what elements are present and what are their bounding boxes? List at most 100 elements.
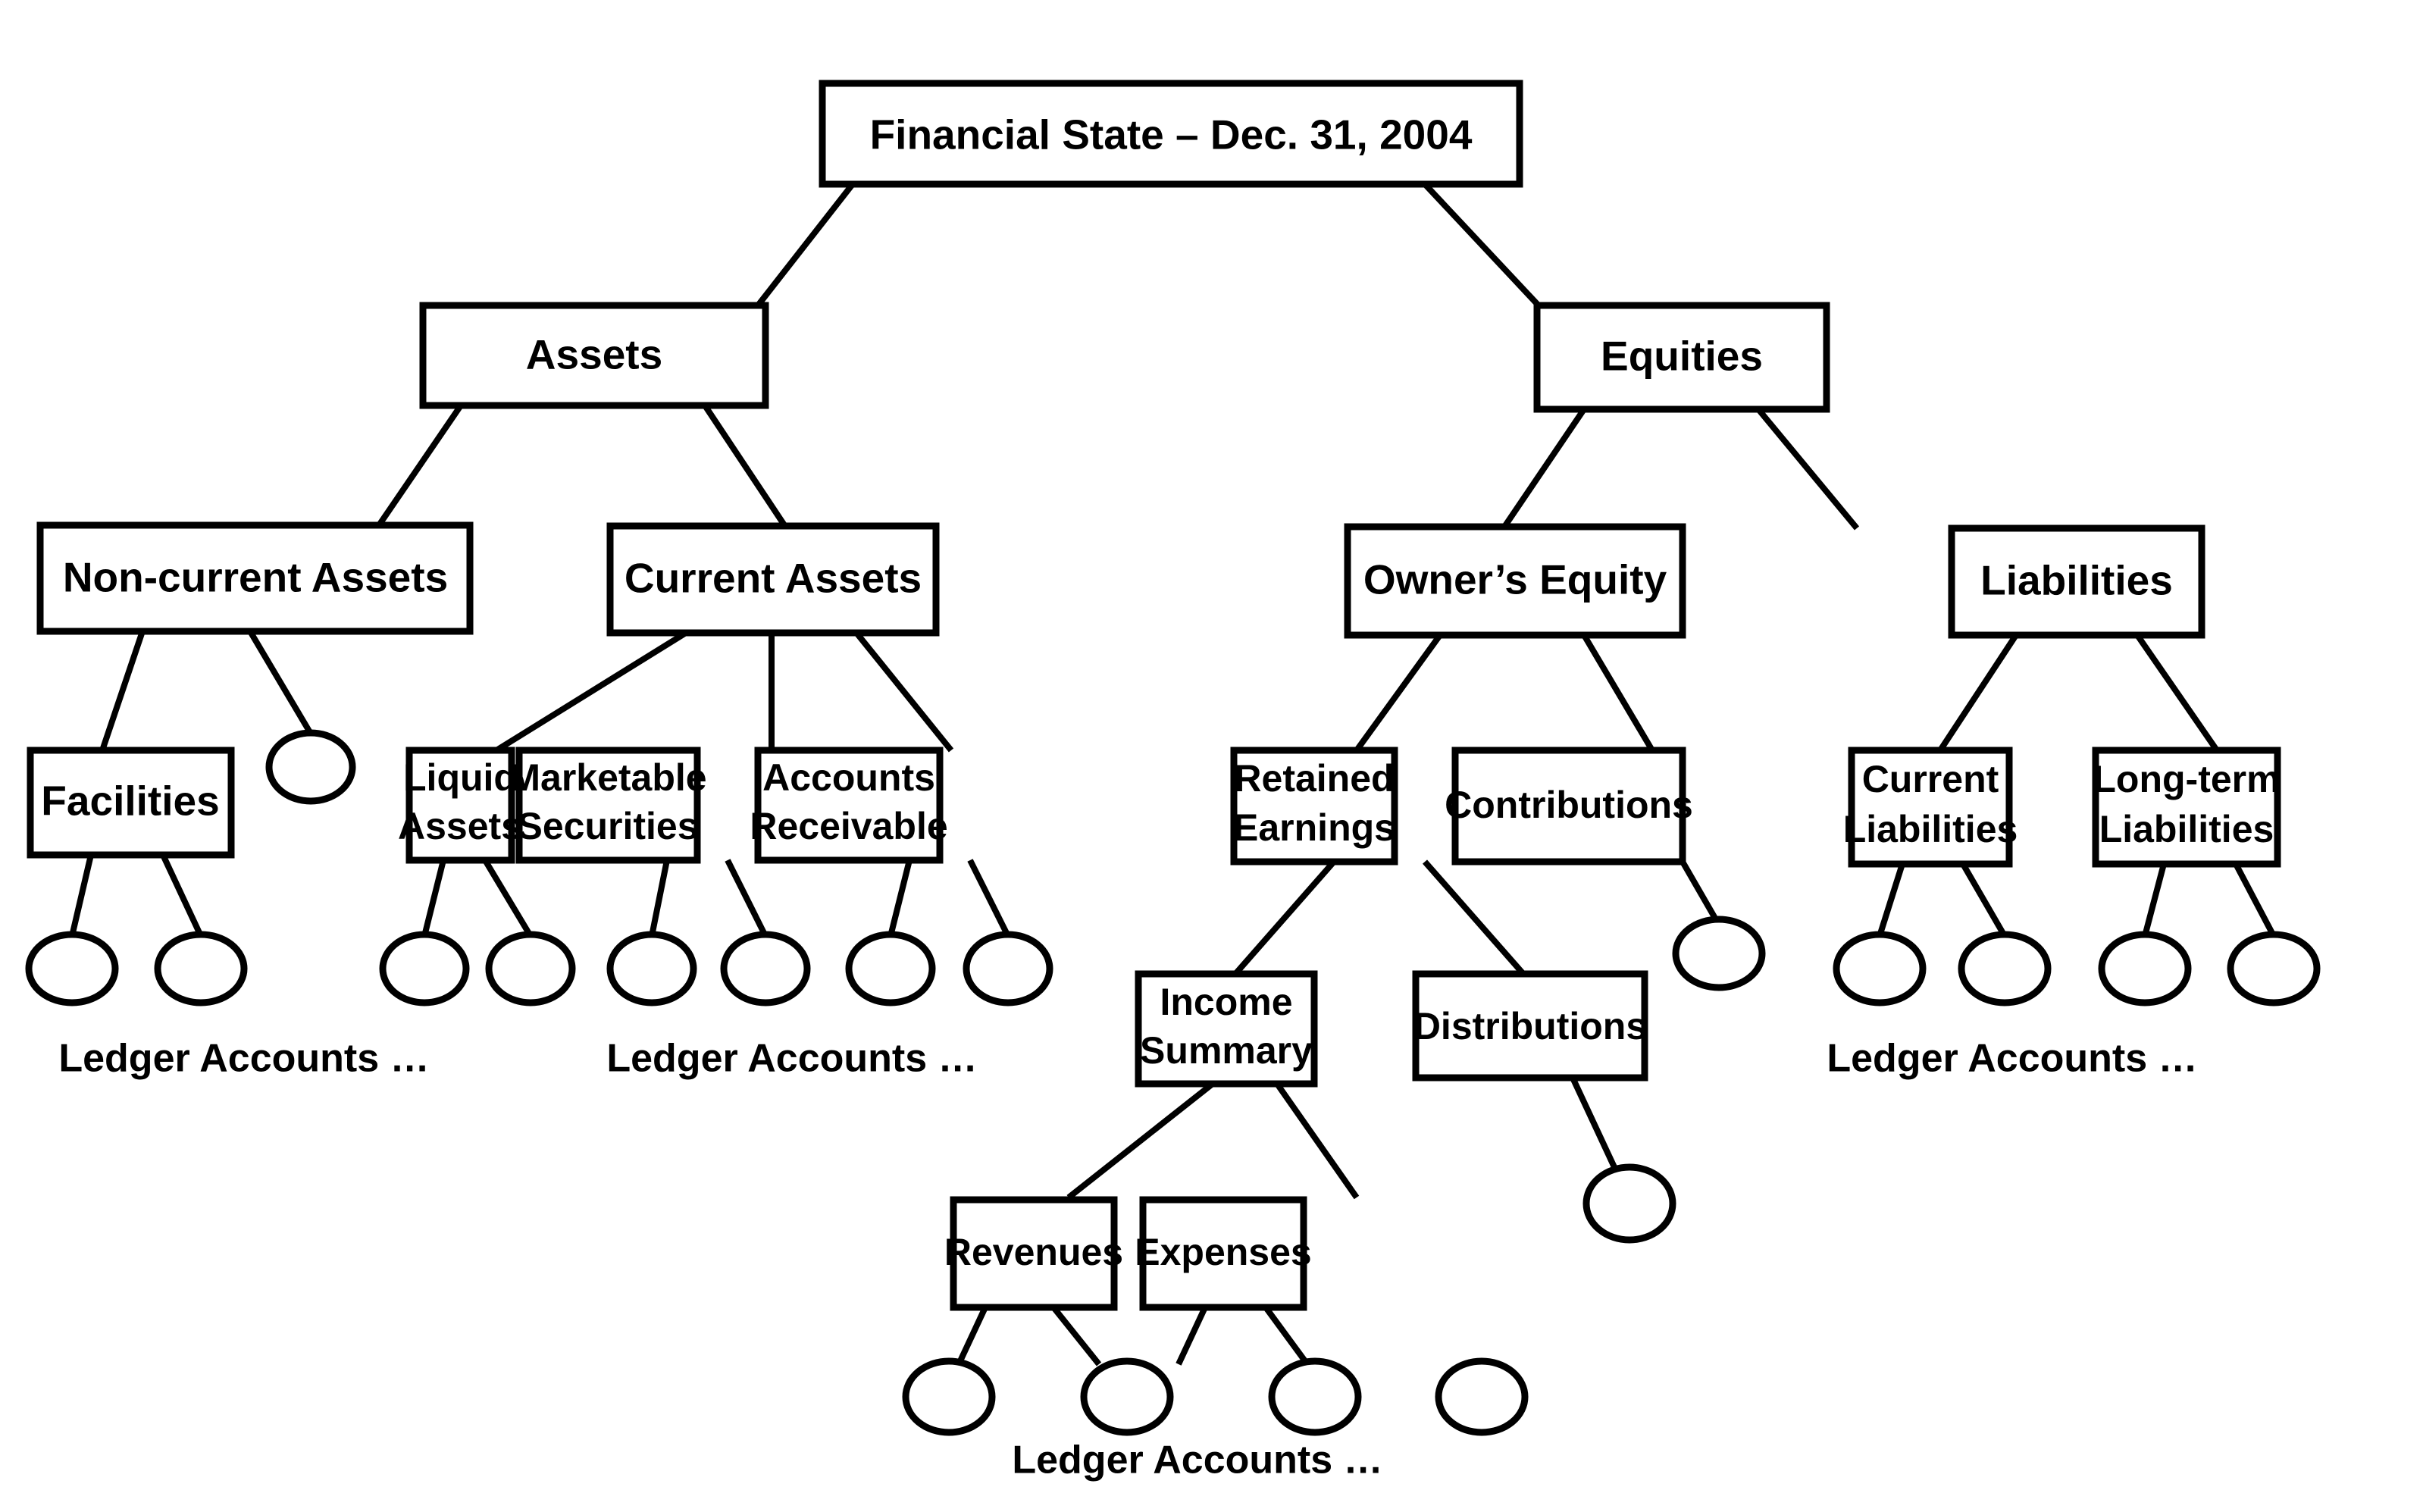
node-liquid-assets-label-line2: Assets	[398, 805, 522, 847]
node-current-liabilities-label-line2: Liabilities	[1843, 808, 2018, 850]
node-equities-label: Equities	[1601, 333, 1763, 380]
node-marketable-securities-label-line2: Securities	[517, 805, 698, 847]
edge-contributions-to-ledger	[1680, 860, 1720, 922]
node-revenues-label: Revenues	[944, 1231, 1123, 1273]
edge-liabilities-to-currentliab	[1937, 633, 2019, 753]
node-facilities-label: Facilities	[41, 778, 219, 825]
node-liquid-assets-label-line1: Liquid	[403, 756, 517, 799]
edge-root-to-assets	[755, 182, 856, 308]
edge-currentassets-to-liquid	[494, 630, 688, 753]
edge-equities-to-ownersequity	[1501, 407, 1587, 529]
edge-revenues-to-ledger-1	[956, 1306, 988, 1366]
node-owners-equity[interactable]: Owner’s Equity	[1344, 523, 1686, 639]
node-liabilities-label: Liabilities	[1980, 557, 2173, 604]
edge-liquid-to-ledger-1	[421, 859, 446, 937]
ledger-account-ellipse	[1958, 931, 2052, 1006]
edge-expenses-to-ledger-2	[1263, 1305, 1310, 1366]
edge-longtermliab-to-ledger-2	[2233, 862, 2277, 938]
node-longterm-liabilities-label-line1: Long-term	[2093, 758, 2280, 800]
edge-accounts-to-ledger-1	[887, 859, 913, 937]
caption-ledger-accounts-right: Ledger Accounts …	[1827, 1037, 2197, 1081]
node-non-current-assets[interactable]: Non-current Assets	[36, 521, 474, 635]
node-equities[interactable]: Equities	[1533, 302, 1830, 413]
edge-longtermliab-to-ledger-1	[2142, 862, 2167, 938]
ledger-account-ellipse	[2098, 931, 2192, 1006]
tree-canvas: Financial State – Dec. 31, 2004 Assets E…	[25, 80, 2321, 1482]
node-current-liabilities[interactable]: Current Liabilities	[1843, 747, 2018, 868]
edge-distributions-to-ledger	[1570, 1076, 1617, 1169]
ledger-account-ellipse	[25, 931, 119, 1006]
node-retained-earnings-label-line1: Retained	[1234, 757, 1394, 800]
ledger-account-ellipse	[485, 931, 576, 1006]
ledger-account-ellipse	[1582, 1163, 1676, 1244]
ledger-account-ellipse	[1435, 1357, 1529, 1436]
node-liquid-assets[interactable]: Liquid Assets	[398, 747, 522, 864]
node-income-summary-label-line2: Summary	[1140, 1029, 1313, 1072]
edge-marketable-to-ledger-1	[649, 859, 670, 937]
node-expenses[interactable]: Expenses	[1135, 1196, 1312, 1311]
ledger-account-ellipse	[1268, 1357, 1362, 1436]
ledger-account-ellipse	[720, 931, 811, 1006]
caption-ledger-accounts-middle: Ledger Accounts …	[606, 1037, 977, 1081]
ledger-account-ellipse	[265, 729, 356, 805]
edge-noncurrent-to-facilities	[99, 630, 146, 752]
edge-incomesummary-to-revenues	[1066, 1081, 1215, 1201]
ledger-account-ellipse	[606, 931, 697, 1006]
ledger-account-ellipse	[963, 931, 1053, 1006]
edge-noncurrent-to-ledger-ellipse	[247, 629, 314, 736]
node-current-assets-label: Current Assets	[625, 555, 922, 602]
ledger-account-ellipse	[1080, 1357, 1174, 1436]
ledger-account-ellipse	[902, 1357, 996, 1436]
ledger-account-ellipse	[845, 931, 936, 1006]
edge-currentliab-to-ledger-1	[1877, 862, 1905, 938]
caption-ledger-accounts-left: Ledger Accounts …	[58, 1037, 429, 1081]
edge-incomesummary-to-expenses	[1274, 1082, 1360, 1200]
edge-root-to-equities	[1423, 182, 1541, 308]
node-distributions-label: Distributions	[1413, 1005, 1647, 1047]
node-accounts-receivable-label-line2: Receivable	[750, 805, 947, 847]
node-current-assets[interactable]: Current Assets	[606, 522, 940, 637]
node-liabilities[interactable]: Liabilities	[1948, 524, 2205, 639]
node-accounts-receivable-label-line1: Accounts	[762, 756, 935, 799]
edge-retained-to-incomesummary	[1232, 859, 1337, 976]
node-retained-earnings[interactable]: Retained Earnings	[1230, 747, 1398, 866]
edge-currentassets-to-accounts	[853, 631, 954, 753]
caption-ledger-accounts-bottom: Ledger Accounts …	[1012, 1438, 1382, 1482]
node-expenses-label: Expenses	[1135, 1231, 1311, 1273]
edge-equities-to-liabilities	[1755, 407, 1860, 531]
node-current-liabilities-label-line1: Current	[1862, 758, 1999, 800]
ledger-account-ellipse	[379, 931, 470, 1006]
node-retained-earnings-label-line2: Earnings	[1233, 806, 1395, 849]
node-assets-label: Assets	[526, 331, 662, 378]
edge-revenues-to-ledger-2	[1050, 1305, 1102, 1366]
edge-marketable-to-ledger-2	[725, 859, 769, 938]
ledger-account-ellipse	[1672, 916, 1766, 991]
node-marketable-securities-label-line1: Marketable	[509, 756, 706, 799]
edge-ownersequity-to-retained	[1354, 633, 1443, 753]
ledger-account-ellipse	[1833, 931, 1927, 1006]
edge-liquid-to-ledger-2	[482, 858, 534, 938]
node-distributions[interactable]: Distributions	[1412, 970, 1648, 1082]
edge-assets-to-current	[702, 403, 787, 527]
node-income-summary[interactable]: Income Summary	[1135, 970, 1318, 1088]
edge-assets-to-noncurrent	[376, 403, 464, 527]
node-revenues[interactable]: Revenues	[944, 1196, 1123, 1311]
edge-accounts-to-ledger-2	[967, 859, 1011, 938]
node-contributions-label: Contributions	[1445, 784, 1693, 826]
node-accounts-receivable[interactable]: Accounts Receivable	[750, 747, 948, 864]
node-assets[interactable]: Assets	[419, 302, 769, 409]
ledger-account-ellipse	[154, 931, 248, 1006]
financial-state-hierarchy-diagram: Financial State – Dec. 31, 2004 Assets E…	[0, 0, 2423, 1512]
node-income-summary-label-line1: Income	[1160, 981, 1292, 1023]
edge-expenses-to-ledger-1	[1175, 1306, 1208, 1366]
node-facilities[interactable]: Facilities	[27, 747, 235, 859]
node-longterm-liabilities[interactable]: Long-term Liabilities	[2092, 747, 2281, 868]
ledger-account-ellipse	[2227, 931, 2321, 1006]
node-financial-state-label: Financial State – Dec. 31, 2004	[870, 111, 1473, 158]
node-marketable-securities[interactable]: Marketable Securities	[509, 747, 707, 864]
node-contributions[interactable]: Contributions	[1445, 747, 1693, 866]
edge-facilities-to-ledger-2	[160, 853, 204, 938]
edge-liabilities-to-longtermliab	[2134, 633, 2220, 753]
node-financial-state[interactable]: Financial State – Dec. 31, 2004	[819, 80, 1523, 188]
edge-ownersequity-to-contributions	[1581, 633, 1655, 753]
